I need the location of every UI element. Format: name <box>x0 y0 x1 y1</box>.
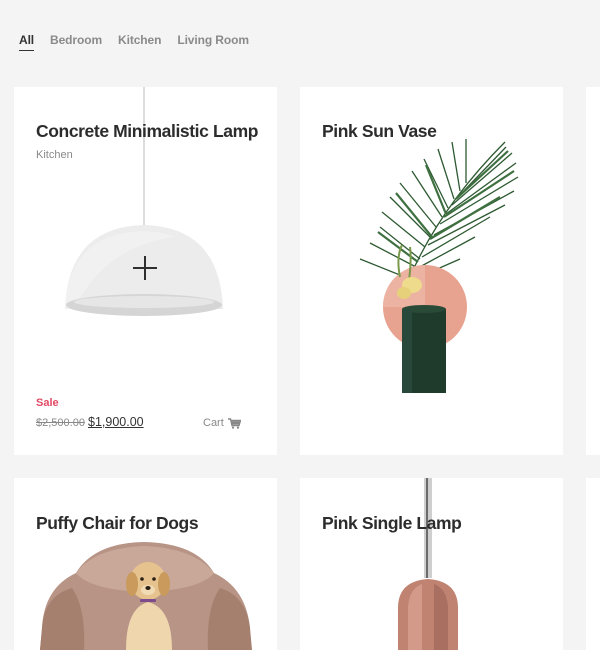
filter-all[interactable]: All <box>19 33 34 51</box>
add-to-cart-button[interactable]: Cart <box>203 417 241 429</box>
product-image <box>398 478 458 650</box>
product-card[interactable]: Concrete Minimalistic Lamp Kitchen Sale … <box>14 87 277 455</box>
product-card[interactable]: Pink Sun Vase <box>300 87 563 455</box>
cart-label: Cart <box>203 417 224 429</box>
product-title[interactable]: Puffy Chair for Dogs <box>36 513 199 534</box>
product-card[interactable]: Pink Single Lamp <box>300 478 563 650</box>
shopping-cart-icon <box>227 417 241 429</box>
filter-bedroom[interactable]: Bedroom <box>50 33 102 51</box>
product-card-partial[interactable] <box>586 87 600 455</box>
sale-price: $1,900.00 <box>88 415 144 429</box>
sale-label: Sale <box>36 397 59 409</box>
category-filter-bar: All Bedroom Kitchen Living Room <box>19 33 249 51</box>
plus-icon[interactable] <box>133 256 157 280</box>
product-title[interactable]: Pink Sun Vase <box>322 121 437 142</box>
filter-living-room[interactable]: Living Room <box>177 33 249 51</box>
product-card-partial[interactable] <box>586 478 600 650</box>
product-card[interactable]: Puffy Chair for Dogs <box>14 478 277 650</box>
product-image <box>40 542 252 650</box>
original-price: $2,500.00 <box>36 417 85 429</box>
product-image <box>359 139 519 393</box>
product-title[interactable]: Concrete Minimalistic Lamp <box>36 121 258 142</box>
filter-kitchen[interactable]: Kitchen <box>118 33 161 51</box>
product-category: Kitchen <box>36 149 73 161</box>
product-title[interactable]: Pink Single Lamp <box>322 513 462 534</box>
